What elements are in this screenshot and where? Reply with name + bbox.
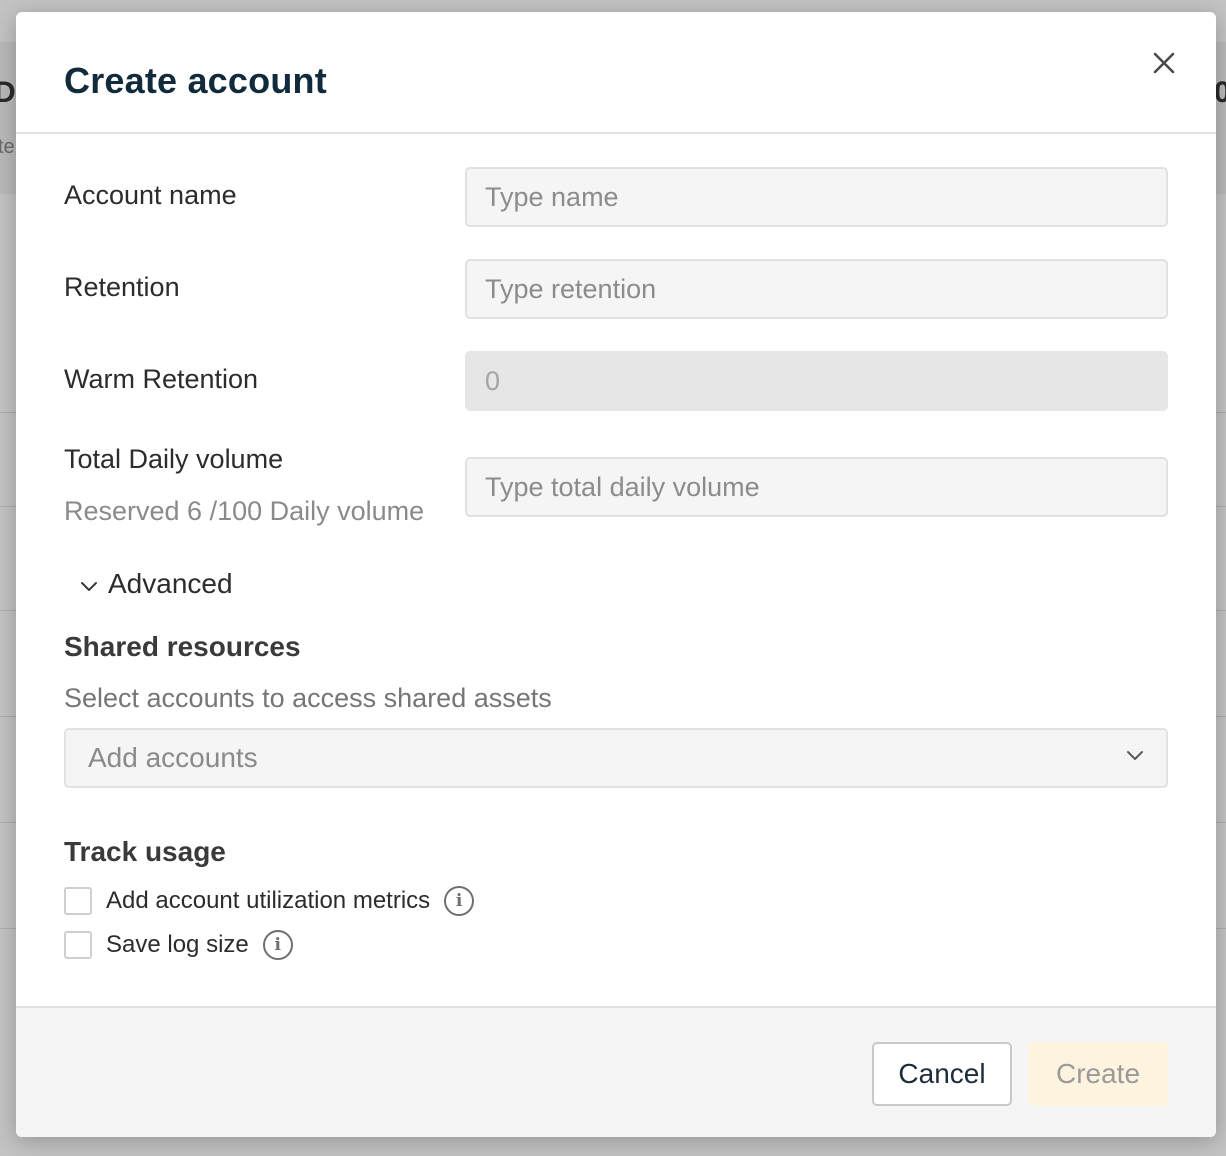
chevron-down-icon <box>1126 749 1144 767</box>
account-name-input[interactable] <box>465 167 1168 227</box>
warm-retention-label: Warm Retention <box>64 364 259 394</box>
save-log-size-label: Save log size <box>106 931 249 958</box>
utilization-metrics-label: Add account utilization metrics <box>106 887 431 914</box>
save-log-size-option: Save log size i <box>64 930 293 960</box>
total-daily-volume-label: Total Daily volume <box>64 444 284 474</box>
reserved-volume-hint: Reserved 6 /100 Daily volume <box>64 496 425 526</box>
retention-input[interactable] <box>465 259 1168 319</box>
close-button[interactable] <box>1146 46 1182 82</box>
cancel-button[interactable]: Cancel <box>872 1042 1012 1106</box>
dialog-footer: Cancel Create <box>16 1006 1216 1137</box>
info-icon[interactable]: i <box>444 886 475 916</box>
account-name-label: Account name <box>64 180 237 210</box>
advanced-toggle[interactable]: Advanced <box>80 564 233 604</box>
create-account-dialog: Create account Account name Retention Wa… <box>16 12 1216 1137</box>
utilization-metrics-option: Add account utilization metrics i <box>64 886 475 916</box>
create-button[interactable]: Create <box>1028 1042 1168 1106</box>
dialog-title: Create account <box>64 60 327 101</box>
add-accounts-select[interactable]: Add accounts <box>64 728 1168 788</box>
shared-resources-description: Select accounts to access shared assets <box>64 683 552 713</box>
background-text-fragment: te <box>0 136 15 158</box>
utilization-metrics-checkbox[interactable] <box>64 887 92 915</box>
info-icon[interactable]: i <box>262 930 293 960</box>
retention-label: Retention <box>64 272 180 302</box>
track-usage-heading: Track usage <box>64 836 226 867</box>
warm-retention-input <box>465 351 1168 411</box>
close-icon <box>1153 52 1175 77</box>
dialog-header: Create account <box>16 12 1216 134</box>
save-log-size-checkbox[interactable] <box>64 931 92 959</box>
advanced-label: Advanced <box>108 568 233 599</box>
shared-resources-heading: Shared resources <box>64 631 301 662</box>
total-daily-volume-input[interactable] <box>465 457 1168 517</box>
chevron-down-icon <box>80 568 98 600</box>
add-accounts-placeholder: Add accounts <box>88 742 258 773</box>
